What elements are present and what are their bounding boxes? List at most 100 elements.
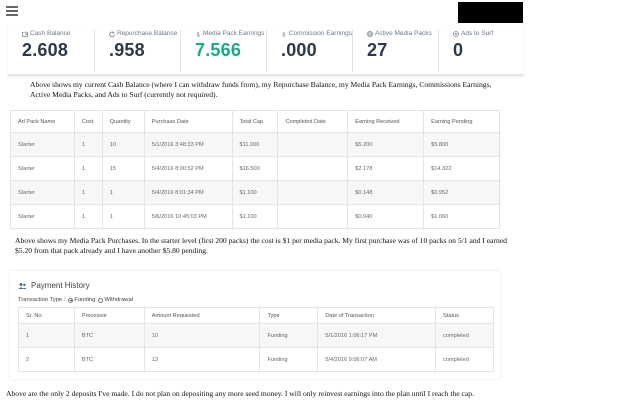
transaction-type-filter: Transaction Type : Funding Withdrawal	[18, 297, 133, 303]
column-header: Completed Date	[277, 110, 349, 133]
hamburger-icon[interactable]	[6, 6, 18, 16]
column-header: Sr. No.	[18, 307, 75, 324]
table-cell: $0.148	[347, 180, 425, 205]
table-cell: 15	[101, 156, 145, 181]
column-header: Type	[259, 307, 319, 324]
table-row: Starter 1 1 5/4/2016 8:01:34 PM $1.100 $…	[10, 180, 500, 205]
stat-label-text: Repurchase Balance	[117, 30, 178, 37]
table-cell: BTC	[73, 347, 145, 372]
table-cell: 1	[101, 180, 145, 205]
note-media-packs: Above shows my Media Pack Purchases. In …	[15, 236, 507, 255]
table-cell: $2.178	[347, 156, 425, 181]
table-row: 2 BTC 13 Funding 5/4/2016 9:06:07 AM com…	[18, 347, 494, 372]
table-cell: Starter	[10, 156, 75, 181]
table-cell: Starter	[10, 204, 75, 229]
table-cell: Starter	[10, 132, 75, 157]
wallet-icon	[22, 31, 28, 37]
stat-label-text: Ads to Surf	[461, 30, 494, 37]
table-row: Starter 1 1 5/6/2016 10:45:03 PM $1.100 …	[10, 204, 500, 229]
table-cell	[277, 180, 349, 205]
payment-history-panel: Payment History Transaction Type : Fundi…	[10, 271, 500, 379]
column-header: Amount Requested	[143, 307, 261, 324]
table-cell: 2	[18, 347, 75, 372]
dollar-icon: $	[282, 32, 286, 37]
column-header: Processor	[73, 307, 145, 324]
column-header: Total Cap	[231, 110, 279, 133]
table-cell: Funding	[259, 323, 319, 348]
table-cell: 1	[18, 323, 75, 348]
table-cell: 5/1/2016 1:06:17 PM	[317, 323, 437, 348]
stat-active-media-packs: Active Media Packs 27	[352, 30, 438, 72]
transaction-type-label: Transaction Type :	[18, 297, 66, 303]
table-cell: 5/4/2016 8:00:52 PM	[143, 156, 233, 181]
users-icon	[18, 282, 27, 289]
table-cell: $5.200	[347, 132, 425, 157]
table-cell: 10	[143, 323, 261, 348]
table-cell	[277, 132, 349, 157]
refresh-icon	[109, 30, 115, 37]
table-cell	[277, 156, 349, 181]
stat-value: .958	[109, 40, 145, 60]
radio-unchecked-icon	[98, 297, 104, 303]
table-cell: 13	[143, 347, 261, 372]
table-cell: completed	[435, 347, 494, 372]
redacted-box	[458, 2, 523, 23]
stat-commission-earnings: $ Commission Earnings .000	[266, 30, 352, 72]
table-cell: $14.322	[423, 156, 500, 181]
stat-label-text: Commission Earnings	[288, 30, 352, 37]
table-cell: 1	[73, 132, 103, 157]
table-cell	[277, 204, 349, 229]
radio-checked-icon	[68, 297, 74, 303]
stat-value: 7.566	[195, 40, 242, 60]
table-cell: 5/4/2016 8:01:34 PM	[143, 180, 233, 205]
table-cell: 1	[101, 204, 145, 229]
column-header: Status	[435, 307, 494, 324]
table-cell: $16.500	[231, 156, 279, 181]
radio-label: Funding	[74, 297, 96, 303]
column-header: Date of Transaction	[317, 307, 437, 324]
column-header: Purchase Date	[143, 110, 233, 133]
table-cell: 5/4/2016 9:06:07 AM	[317, 347, 437, 372]
radio-withdrawal[interactable]: Withdrawal	[98, 297, 133, 303]
table-cell: 1	[73, 180, 103, 205]
table-cell: $0.040	[347, 204, 425, 229]
globe-icon	[367, 30, 373, 37]
column-header: Ad Pack Name	[10, 110, 75, 133]
stat-label-text: Active Media Packs	[375, 30, 432, 37]
panel-title: Payment History	[31, 281, 90, 290]
radio-label: Withdrawal	[104, 297, 133, 303]
table-cell: $1.100	[231, 204, 279, 229]
radio-funding[interactable]: Funding	[68, 297, 95, 303]
column-header: Cost	[73, 110, 103, 133]
table-row: Starter 1 10 5/1/2016 3:48:33 PM $11.000…	[10, 132, 500, 157]
column-header: Earning Pending	[423, 110, 500, 133]
table-cell: $0.952	[423, 180, 500, 205]
payment-history-table: Sr. No. Processor Amount Requested Type …	[18, 307, 494, 372]
media-packs-table: Ad Pack Name Cost Quantity Purchase Date…	[10, 110, 500, 229]
stat-ads-to-surf: Ads to Surf 0	[438, 30, 524, 72]
table-cell: completed	[435, 323, 494, 348]
top-bar	[0, 0, 640, 24]
table-cell: $5.800	[423, 132, 500, 157]
table-cell: 1	[73, 204, 103, 229]
stat-cash-balance: Cash Balance 2.608	[8, 30, 94, 72]
stat-label-text: Cash Balance	[30, 30, 71, 37]
table-cell: Starter	[10, 180, 75, 205]
target-icon	[453, 30, 459, 37]
table-cell: $1.060	[423, 204, 500, 229]
table-row: Starter 1 15 5/4/2016 8:00:52 PM $16.500…	[10, 156, 500, 181]
stat-media-pack-earnings: $ Media Pack Earnings 7.566	[180, 30, 266, 72]
stat-value: 2.608	[22, 40, 69, 60]
stat-value: .000	[281, 40, 317, 60]
table-cell: 10	[101, 132, 145, 157]
stat-label-text: Media Pack Earnings	[203, 30, 265, 37]
note-balances: Above shows my current Cash Balance (whe…	[30, 80, 492, 99]
column-header: Quantity	[101, 110, 145, 133]
svg-text:$: $	[196, 31, 200, 37]
stat-value: 0	[453, 40, 464, 60]
svg-text:$: $	[282, 32, 286, 37]
table-header-row: Ad Pack Name Cost Quantity Purchase Date…	[10, 110, 500, 133]
note-deposits: Above are the only 2 deposits I've made.…	[6, 389, 474, 398]
stat-value: 27	[367, 40, 388, 60]
table-cell: BTC	[73, 323, 145, 348]
